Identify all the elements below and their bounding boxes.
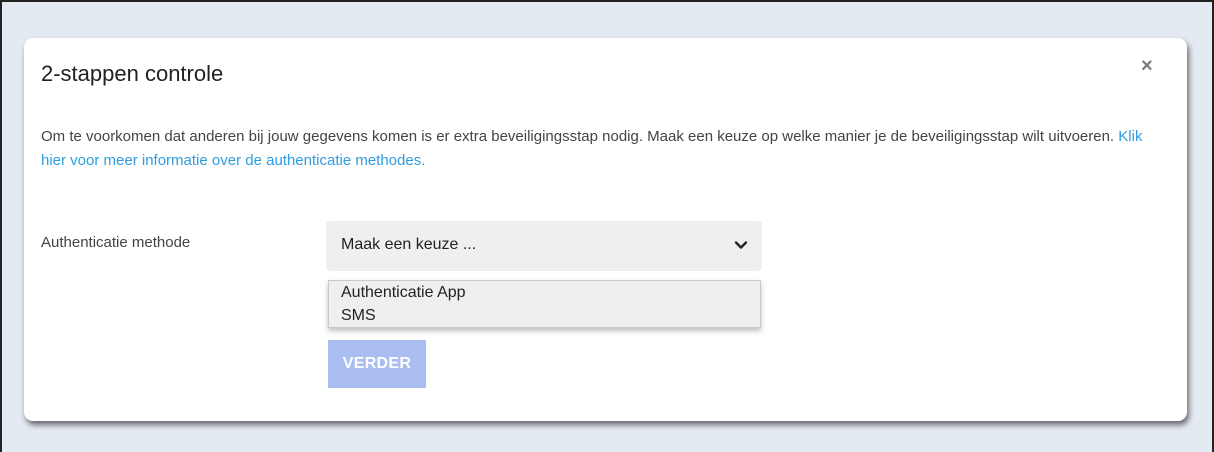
option-authenticatie-app[interactable]: Authenticatie App	[341, 284, 466, 302]
continue-button[interactable]: VERDER	[328, 340, 426, 388]
option-sms[interactable]: SMS	[341, 307, 376, 325]
description-text: Om te voorkomen dat anderen bij jouw geg…	[41, 128, 1115, 145]
chevron-down-icon	[734, 241, 748, 249]
method-select[interactable]: Maak een keuze ...	[326, 221, 762, 271]
two-step-modal: 2-stappen controle × Om te voorkomen dat…	[24, 38, 1187, 421]
method-label: Authenticatie methode	[41, 234, 191, 251]
select-value: Maak een keuze ...	[341, 236, 477, 253]
modal-description: Om te voorkomen dat anderen bij jouw geg…	[41, 125, 1151, 173]
close-icon[interactable]: ×	[1141, 56, 1153, 76]
modal-title: 2-stappen controle	[41, 61, 224, 86]
method-options-list: Authenticatie App SMS	[328, 280, 761, 328]
